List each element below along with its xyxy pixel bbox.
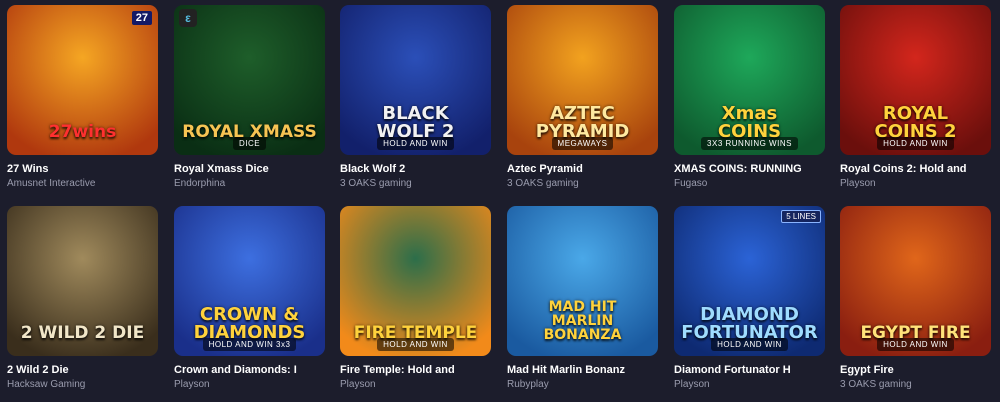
game-title[interactable]: 2 Wild 2 Die bbox=[7, 364, 158, 376]
game-title[interactable]: Black Wolf 2 bbox=[340, 163, 491, 175]
game-provider: Hacksaw Gaming bbox=[7, 379, 86, 390]
game-card-royal-xmass-dice[interactable]: ROYAL XMASS DICE ε Royal Xmass Dice Endorphi… bbox=[174, 5, 325, 189]
game-badge: 5 LINES bbox=[781, 210, 821, 223]
game-thumbnail[interactable]: ROYAL COINS 2 HOLD AND WIN bbox=[840, 5, 991, 155]
game-title[interactable]: Royal Coins 2: Hold and bbox=[840, 163, 991, 175]
game-title[interactable]: 27 Wins bbox=[7, 163, 158, 175]
game-thumbnail[interactable]: 2 WILD 2 DIE bbox=[7, 206, 158, 356]
game-title[interactable]: Mad Hit Marlin Bonanz bbox=[507, 364, 658, 376]
game-card-27wins[interactable]: 27wins 27 27 Wins Amusnet Interactive bbox=[7, 5, 158, 189]
game-title[interactable]: Crown and Diamonds: I bbox=[174, 364, 325, 376]
game-card-2-wild-2-die[interactable]: 2 WILD 2 DIE 2 Wild 2 Die Hacksaw Gaming bbox=[7, 206, 158, 390]
game-card-xmas-coins[interactable]: Xmas COINS 3X3 RUNNING WINS XMAS COINS: RU… bbox=[674, 5, 825, 189]
game-thumbnail[interactable]: ROYAL XMASS DICE ε bbox=[174, 5, 325, 155]
game-card-diamond-fortunator[interactable]: DIAMOND FORTUNATOR HOLD AND WIN 5 LINES Dia… bbox=[674, 206, 825, 390]
game-card-royal-coins-2[interactable]: ROYAL COINS 2 HOLD AND WIN Royal Coins 2: … bbox=[840, 5, 991, 189]
game-card-aztec-pyramid[interactable]: AZTEC PYRAMID MEGAWAYS Aztec Pyramid 3 OAKS… bbox=[507, 5, 658, 189]
game-thumbnail[interactable]: FIRE TEMPLE HOLD AND WIN bbox=[340, 206, 491, 356]
game-provider: Playson bbox=[340, 379, 376, 390]
game-title[interactable]: Diamond Fortunator H bbox=[674, 364, 825, 376]
game-thumbnail[interactable]: EGYPT FIRE HOLD AND WIN bbox=[840, 206, 991, 356]
game-title[interactable]: Fire Temple: Hold and bbox=[340, 364, 491, 376]
game-title[interactable]: Egypt Fire bbox=[840, 364, 991, 376]
game-card-black-wolf-2[interactable]: BLACK WOLF 2 HOLD AND WIN Black Wolf 2 3 OA… bbox=[340, 5, 491, 189]
game-card-fire-temple[interactable]: FIRE TEMPLE HOLD AND WIN Fire Temple: Hold… bbox=[340, 206, 491, 390]
game-logo-text: 27wins bbox=[48, 122, 117, 142]
game-grid: 27wins 27 27 Wins Amusnet Interactive ROYAL … bbox=[0, 0, 1000, 402]
game-provider: Amusnet Interactive bbox=[7, 178, 96, 189]
game-logo-subtitle: HOLD AND WIN bbox=[711, 338, 788, 351]
game-logo-subtitle: MEGAWAYS bbox=[551, 137, 614, 150]
provider-logo-icon: ε bbox=[179, 9, 197, 27]
game-logo-subtitle: HOLD AND WIN bbox=[377, 338, 454, 351]
game-provider: Fugaso bbox=[674, 178, 708, 189]
game-thumbnail[interactable]: DIAMOND FORTUNATOR HOLD AND WIN 5 LINES bbox=[674, 206, 825, 356]
game-provider: 3 OAKS gaming bbox=[340, 178, 412, 189]
game-logo-subtitle: HOLD AND WIN bbox=[377, 137, 454, 150]
game-title[interactable]: Aztec Pyramid bbox=[507, 163, 658, 175]
game-logo-subtitle: DICE bbox=[232, 137, 267, 150]
game-logo-text: 2 WILD 2 DIE bbox=[20, 323, 145, 343]
game-provider: Playson bbox=[674, 379, 710, 390]
game-provider: 3 OAKS gaming bbox=[507, 178, 579, 189]
game-thumbnail[interactable]: 27wins 27 bbox=[7, 5, 158, 155]
game-thumbnail[interactable]: CROWN & DIAMONDS HOLD AND WIN 3x3 bbox=[174, 206, 325, 356]
game-provider: Playson bbox=[174, 379, 210, 390]
game-logo-text: MAD HIT MARLIN BONANZA bbox=[543, 299, 622, 343]
game-logo-subtitle: HOLD AND WIN 3x3 bbox=[202, 338, 297, 351]
game-thumbnail[interactable]: BLACK WOLF 2 HOLD AND WIN bbox=[340, 5, 491, 155]
game-badge: 27 bbox=[131, 11, 152, 25]
game-provider: 3 OAKS gaming bbox=[840, 379, 912, 390]
game-card-mad-hit-marlin-bonanza[interactable]: MAD HIT MARLIN BONANZA Mad Hit Marlin Bon… bbox=[507, 206, 658, 390]
game-thumbnail[interactable]: Xmas COINS 3X3 RUNNING WINS bbox=[674, 5, 825, 155]
game-logo-subtitle: 3X3 RUNNING WINS bbox=[701, 137, 798, 150]
game-logo-subtitle: HOLD AND WIN bbox=[877, 338, 954, 351]
game-thumbnail[interactable]: MAD HIT MARLIN BONANZA bbox=[507, 206, 658, 356]
game-provider: Rubyplay bbox=[507, 379, 549, 390]
game-title[interactable]: XMAS COINS: RUNNING bbox=[674, 163, 825, 175]
game-card-egypt-fire[interactable]: EGYPT FIRE HOLD AND WIN Egypt Fire 3 OAKS g… bbox=[840, 206, 991, 390]
game-title[interactable]: Royal Xmass Dice bbox=[174, 163, 325, 175]
game-card-crown-and-diamonds[interactable]: CROWN & DIAMONDS HOLD AND WIN 3x3 Crown an… bbox=[174, 206, 325, 390]
game-provider: Playson bbox=[840, 178, 876, 189]
game-thumbnail[interactable]: AZTEC PYRAMID MEGAWAYS bbox=[507, 5, 658, 155]
game-provider: Endorphina bbox=[174, 178, 226, 189]
game-logo-subtitle: HOLD AND WIN bbox=[877, 137, 954, 150]
